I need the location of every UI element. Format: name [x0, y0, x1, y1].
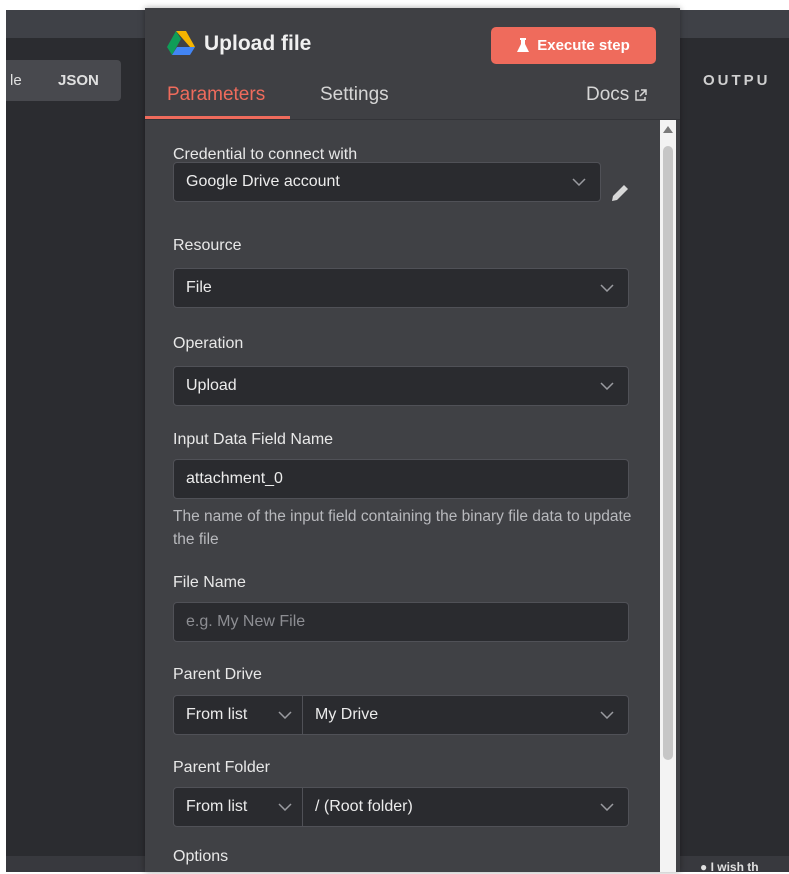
chevron-down-icon: [600, 711, 614, 719]
output-panel-title: OUTPU: [703, 72, 771, 89]
parent-drive-label: Parent Drive: [173, 666, 262, 683]
parent-drive-value: My Drive: [315, 706, 379, 723]
view-mode-toggle: le JSON: [6, 60, 121, 101]
file-name-placeholder: e.g. My New File: [186, 613, 306, 630]
panel-header: Upload file Execute step Parameters Sett…: [145, 8, 680, 120]
chevron-down-icon: [278, 711, 292, 719]
parameters-form: Credential to connect with Google Drive …: [145, 120, 680, 872]
parent-folder-value: / (Root folder): [315, 798, 413, 815]
chevron-down-icon: [278, 803, 292, 811]
node-parameters-panel: Upload file Execute step Parameters Sett…: [145, 8, 680, 872]
parent-folder-mode-select[interactable]: From list: [174, 788, 303, 826]
parent-drive-field: From list My Drive: [173, 695, 629, 735]
external-link-icon: [635, 88, 648, 101]
chevron-down-icon: [572, 178, 586, 186]
resource-value: File: [186, 279, 212, 296]
resource-label: Resource: [173, 237, 242, 254]
input-field-hint: The name of the input field containing t…: [173, 508, 632, 548]
tab-settings[interactable]: Settings: [320, 84, 389, 106]
parent-drive-mode-select[interactable]: From list: [174, 696, 303, 734]
resource-select[interactable]: File: [173, 268, 629, 308]
view-tab-json[interactable]: JSON: [44, 72, 99, 89]
parent-drive-mode: From list: [186, 706, 248, 723]
scroll-up-arrow-icon[interactable]: [663, 126, 673, 133]
node-title: Upload file: [204, 32, 312, 55]
operation-select[interactable]: Upload: [173, 366, 629, 406]
docs-label: Docs: [586, 84, 630, 105]
edit-credential-pencil-icon[interactable]: [609, 182, 631, 204]
chevron-down-icon: [600, 382, 614, 390]
file-name-input[interactable]: e.g. My New File: [173, 602, 629, 642]
execute-step-label: Execute step: [537, 37, 630, 54]
view-tab-table[interactable]: le: [6, 72, 44, 89]
parent-drive-select[interactable]: My Drive: [303, 706, 628, 724]
parent-folder-select[interactable]: / (Root folder): [303, 798, 628, 816]
scrollbar-thumb[interactable]: [663, 146, 673, 760]
options-label: Options: [173, 848, 229, 865]
file-name-label: File Name: [173, 574, 246, 591]
google-drive-icon: [167, 31, 195, 55]
flask-icon: [517, 38, 530, 52]
operation-value: Upload: [186, 377, 237, 394]
credential-value: Google Drive account: [186, 173, 340, 190]
execute-step-button[interactable]: Execute step: [491, 27, 656, 64]
chevron-down-icon: [600, 284, 614, 292]
tab-docs[interactable]: Docs: [586, 84, 648, 106]
input-field-value: attachment_0: [186, 470, 283, 487]
parent-folder-mode: From list: [186, 798, 248, 815]
chevron-down-icon: [600, 803, 614, 811]
tab-parameters[interactable]: Parameters: [167, 84, 265, 106]
parent-folder-label: Parent Folder: [173, 759, 270, 776]
input-field-label: Input Data Field Name: [173, 431, 334, 448]
input-field-name-input[interactable]: attachment_0: [173, 459, 629, 499]
credential-select[interactable]: Google Drive account: [173, 162, 601, 202]
parent-folder-field: From list / (Root folder): [173, 787, 629, 827]
operation-label: Operation: [173, 335, 244, 352]
